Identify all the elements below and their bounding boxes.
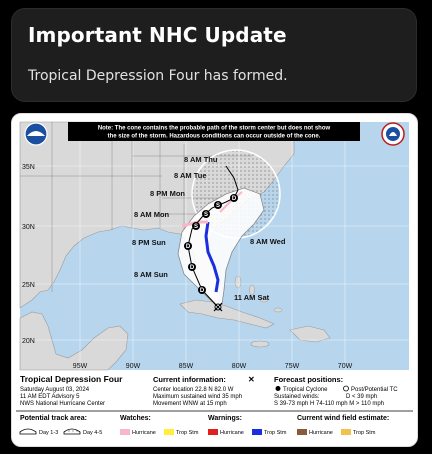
watch-trop-label: Trop Stm [176,430,199,436]
wind-hurricane-swatch [297,429,307,435]
point-code: S [194,224,198,230]
current-info-x-icon: ✕ [248,375,255,384]
tc-label: Tropical Cyclone [283,387,328,393]
warning-trop-swatch [252,429,262,435]
lon-label: 85W [179,363,194,370]
label-8am-tue: 8 AM Tue [174,171,207,180]
label-8pm-sun: 8 PM Sun [132,238,166,247]
warning-hurricane-label: Hurricane [220,430,244,436]
lon-label: 95W [73,363,88,370]
watch-hurricane-swatch [120,429,130,435]
intensity-scale: S 39-73 mph H 74-110 mph M > 110 mph [274,401,384,407]
lat-label: 25N [22,282,35,289]
wind-trop-label: Trop Stm [353,430,376,436]
lat-label: 35N [22,164,35,171]
wind-field-title: Current wind field estimate: [297,415,389,422]
cone-map-svg: D D D S S S D 8 AM Thu 8 AM Tue 8 PM Mon… [16,121,413,442]
watches-title: Watches: [120,415,151,422]
watch-hurricane-label: Hurricane [132,430,156,436]
lat-label: 20N [22,338,35,345]
depression-definition: D < 39 mph [346,394,377,400]
warning-hurricane-swatch [208,429,218,435]
max-wind: Maximum sustained wind 35 mph [153,394,242,400]
alert-message: Tropical Depression Four has formed. [28,68,288,84]
advisory-number: 11 AM EDT Advisory 5 [20,394,80,400]
storm-name: Tropical Depression Four [20,374,123,384]
note-line-2: the size of the storm. Hazardous conditi… [108,134,321,140]
label-8am-thu: 8 AM Thu [184,155,218,164]
tc-marker-icon [275,386,281,391]
ptc-marker-icon [343,385,349,392]
label-8am-mon: 8 AM Mon [134,210,170,219]
note-line-1: Note: The cone contains the probable pat… [98,126,331,132]
lat-label: 30N [22,224,35,231]
current-info-title: Current information: [153,375,226,384]
label-8pm-mon: 8 PM Mon [150,189,185,198]
issuing-center: NWS National Hurricane Center [20,401,105,407]
point-code: D [200,288,205,294]
point-code: D [190,265,195,271]
ptc-label: Post/Potential TC [351,387,398,393]
alert-title: Important NHC Update [28,23,287,47]
track-area-title: Potential track area: [20,415,87,422]
center-location: Center location 22.8 N 82.0 W [153,387,234,393]
point-code: S [216,203,220,209]
alert-card: Important NHC Update Tropical Depression… [11,8,417,102]
movement: Movement WNW at 15 mph [153,401,227,407]
label-11am-sat: 11 AM Sat [234,293,270,302]
noaa-logo [24,122,48,146]
lon-label: 80W [232,363,247,370]
lon-label: 75W [285,363,300,370]
watch-trop-swatch [164,429,174,435]
warnings-title: Warnings: [208,415,242,422]
lon-label: 70W [338,363,353,370]
nws-logo [381,122,405,146]
sustained-winds-label: Sustained winds: [274,394,320,400]
forecast-positions-title: Forecast positions: [274,375,343,384]
label-8am-wed: 8 AM Wed [250,237,286,246]
day45-label: Day 4-5 [83,430,102,436]
lon-label: 90W [126,363,141,370]
advisory-date: Saturday August 03, 2024 [20,387,90,393]
warning-trop-label: Trop Stm [264,430,287,436]
point-code: S [204,212,208,218]
point-code: D [232,196,237,202]
nhc-cone-graphic[interactable]: D D D S S S D 8 AM Thu 8 AM Tue 8 PM Mon… [11,113,418,447]
day13-label: Day 1-3 [39,430,58,436]
wind-hurricane-label: Hurricane [309,430,333,436]
point-code: D [186,244,191,250]
label-8am-sun: 8 AM Sun [134,270,168,279]
jamaica-landmass [250,340,270,348]
wind-trop-swatch [341,429,351,435]
